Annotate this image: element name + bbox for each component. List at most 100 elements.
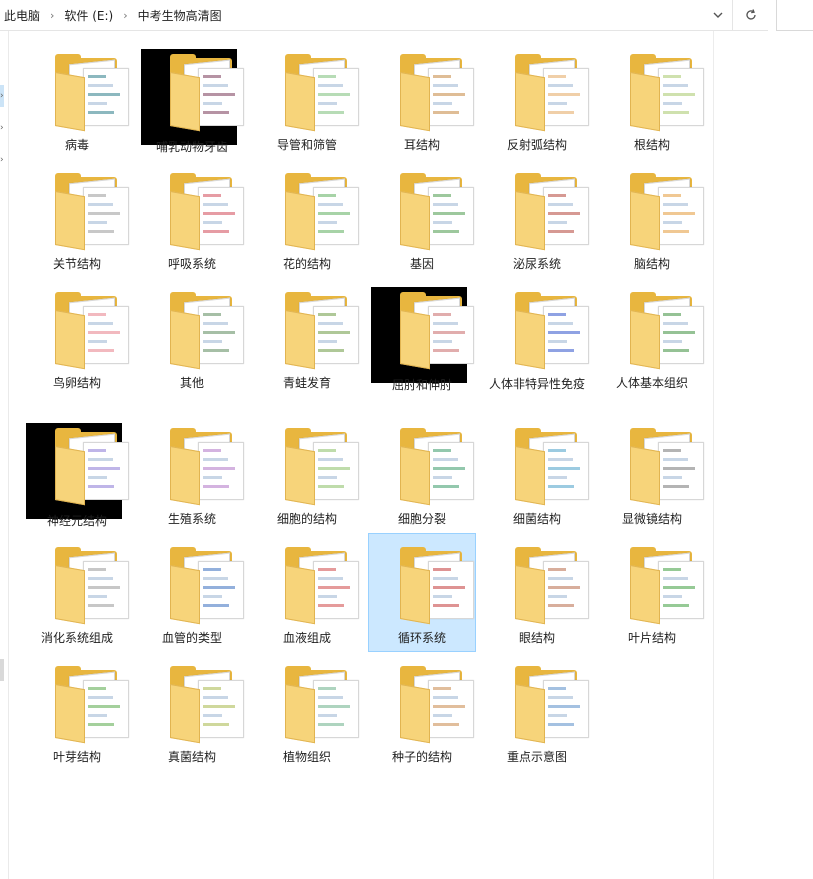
folder-item[interactable]: 细胞的结构 xyxy=(254,415,360,532)
folder-item[interactable]: 泌尿系统 xyxy=(484,160,590,277)
chevron-right-icon[interactable]: › xyxy=(0,91,4,101)
address-bar[interactable]: 此电脑 › 软件 (E:) › 中考生物高清图 xyxy=(0,0,768,31)
content-divider xyxy=(713,31,714,879)
folder-item[interactable]: 屈肘和伸肘 xyxy=(369,279,475,396)
folder-icon xyxy=(400,666,474,744)
folder-label: 眼结构 xyxy=(518,631,555,645)
folder-icon xyxy=(170,292,244,370)
folder-label: 反射弧结构 xyxy=(506,138,567,152)
folder-label: 耳结构 xyxy=(403,138,440,152)
folder-label: 循环系统 xyxy=(397,631,446,645)
folder-icon xyxy=(285,547,359,625)
folder-label: 其他 xyxy=(179,376,204,390)
breadcrumb-current-folder[interactable]: 中考生物高清图 xyxy=(134,7,226,24)
folder-icon xyxy=(515,428,589,506)
folder-item[interactable]: 花的结构 xyxy=(254,160,360,277)
folder-label: 泌尿系统 xyxy=(512,257,561,271)
folder-icon xyxy=(630,428,704,506)
folder-label: 青蛙发育 xyxy=(282,376,331,390)
folder-icon xyxy=(170,666,244,744)
folder-item[interactable]: 导管和筛管 xyxy=(254,41,360,158)
folder-icon xyxy=(515,292,589,370)
folder-label: 种子的结构 xyxy=(391,750,452,764)
folder-item[interactable]: 根结构 xyxy=(599,41,705,158)
folder-icon xyxy=(26,423,129,519)
folder-item[interactable]: 耳结构 xyxy=(369,41,475,158)
folder-icon xyxy=(55,54,129,132)
folder-item[interactable]: 种子的结构 xyxy=(369,653,475,770)
folder-icon xyxy=(285,173,359,251)
folder-icon xyxy=(285,428,359,506)
breadcrumb-separator-icon[interactable]: › xyxy=(44,9,60,22)
folder-item[interactable]: 鸟卵结构 xyxy=(24,279,130,396)
refresh-icon[interactable] xyxy=(732,0,769,30)
folder-icon xyxy=(55,173,129,251)
folder-label: 细菌结构 xyxy=(512,512,561,526)
folder-label: 脑结构 xyxy=(633,257,670,271)
folder-icon xyxy=(170,547,244,625)
folder-icon xyxy=(55,292,129,370)
folder-icon xyxy=(55,666,129,744)
folder-label: 叶芽结构 xyxy=(52,750,101,764)
search-input[interactable] xyxy=(776,0,813,31)
folder-item[interactable]: 人体基本组织 xyxy=(599,279,705,396)
folder-item[interactable]: 呼吸系统 xyxy=(139,160,245,277)
folder-label: 显微镜结构 xyxy=(621,512,682,526)
folder-label: 病毒 xyxy=(64,138,89,152)
folder-item[interactable]: 生殖系统 xyxy=(139,415,245,532)
folder-icon xyxy=(515,547,589,625)
folder-item[interactable]: 叶芽结构 xyxy=(24,653,130,770)
folder-item[interactable]: 青蛙发育 xyxy=(254,279,360,396)
folder-label: 基因 xyxy=(409,257,434,271)
folder-item[interactable]: 哺乳动物牙齿 xyxy=(139,41,245,158)
breadcrumb-drive[interactable]: 软件 (E:) xyxy=(60,7,117,24)
folder-item[interactable]: 脑结构 xyxy=(599,160,705,277)
folder-icon xyxy=(515,173,589,251)
folder-icon xyxy=(400,547,474,625)
folder-item[interactable]: 细菌结构 xyxy=(484,415,590,532)
folder-item[interactable]: 重点示意图 xyxy=(484,653,590,770)
folder-icon xyxy=(400,54,474,132)
folder-label: 血管的类型 xyxy=(161,631,222,645)
folder-item[interactable]: 消化系统组成 xyxy=(24,534,130,651)
folder-item[interactable]: 叶片结构 xyxy=(599,534,705,651)
folder-item[interactable]: 显微镜结构 xyxy=(599,415,705,532)
folder-label: 根结构 xyxy=(633,138,670,152)
folder-label: 人体基本组织 xyxy=(615,376,688,390)
chevron-down-icon[interactable] xyxy=(704,0,732,30)
folder-item[interactable]: 眼结构 xyxy=(484,534,590,651)
folder-item[interactable]: 血液组成 xyxy=(254,534,360,651)
folder-item[interactable]: 细胞分裂 xyxy=(369,415,475,532)
chevron-right-icon[interactable]: › xyxy=(0,155,4,165)
folder-item[interactable]: 植物组织 xyxy=(254,653,360,770)
breadcrumb-this-pc[interactable]: 此电脑 xyxy=(0,7,44,24)
nav-scroll-thumb[interactable] xyxy=(0,659,4,681)
folder-item[interactable]: 基因 xyxy=(369,160,475,277)
folder-label: 植物组织 xyxy=(282,750,331,764)
folder-label: 呼吸系统 xyxy=(167,257,216,271)
folder-label: 重点示意图 xyxy=(506,750,567,764)
folder-label: 屈肘和伸肘 xyxy=(391,378,452,392)
folder-item[interactable]: 循环系统 xyxy=(368,533,476,652)
navigation-pane[interactable]: › › › xyxy=(0,31,9,879)
folder-item[interactable]: 人体非特异性免疫 xyxy=(484,279,590,396)
folder-label: 细胞的结构 xyxy=(276,512,337,526)
chevron-right-icon[interactable]: › xyxy=(0,123,4,133)
folder-icon xyxy=(55,547,129,625)
folder-icon xyxy=(285,666,359,744)
folder-item[interactable]: 神经元结构 xyxy=(24,415,130,532)
folder-item[interactable]: 真菌结构 xyxy=(139,653,245,770)
folder-item[interactable]: 关节结构 xyxy=(24,160,130,277)
folder-icon xyxy=(515,54,589,132)
folder-item[interactable]: 病毒 xyxy=(24,41,130,158)
folder-item[interactable]: 其他 xyxy=(139,279,245,396)
folder-icon xyxy=(630,292,704,370)
folder-label: 关节结构 xyxy=(52,257,101,271)
folder-label: 真菌结构 xyxy=(167,750,216,764)
folder-item[interactable]: 反射弧结构 xyxy=(484,41,590,158)
folder-icon xyxy=(170,173,244,251)
breadcrumb-separator-icon[interactable]: › xyxy=(117,9,133,22)
folder-label: 人体非特异性免疫 xyxy=(488,377,585,391)
folder-label: 鸟卵结构 xyxy=(52,376,101,390)
folder-item[interactable]: 血管的类型 xyxy=(139,534,245,651)
